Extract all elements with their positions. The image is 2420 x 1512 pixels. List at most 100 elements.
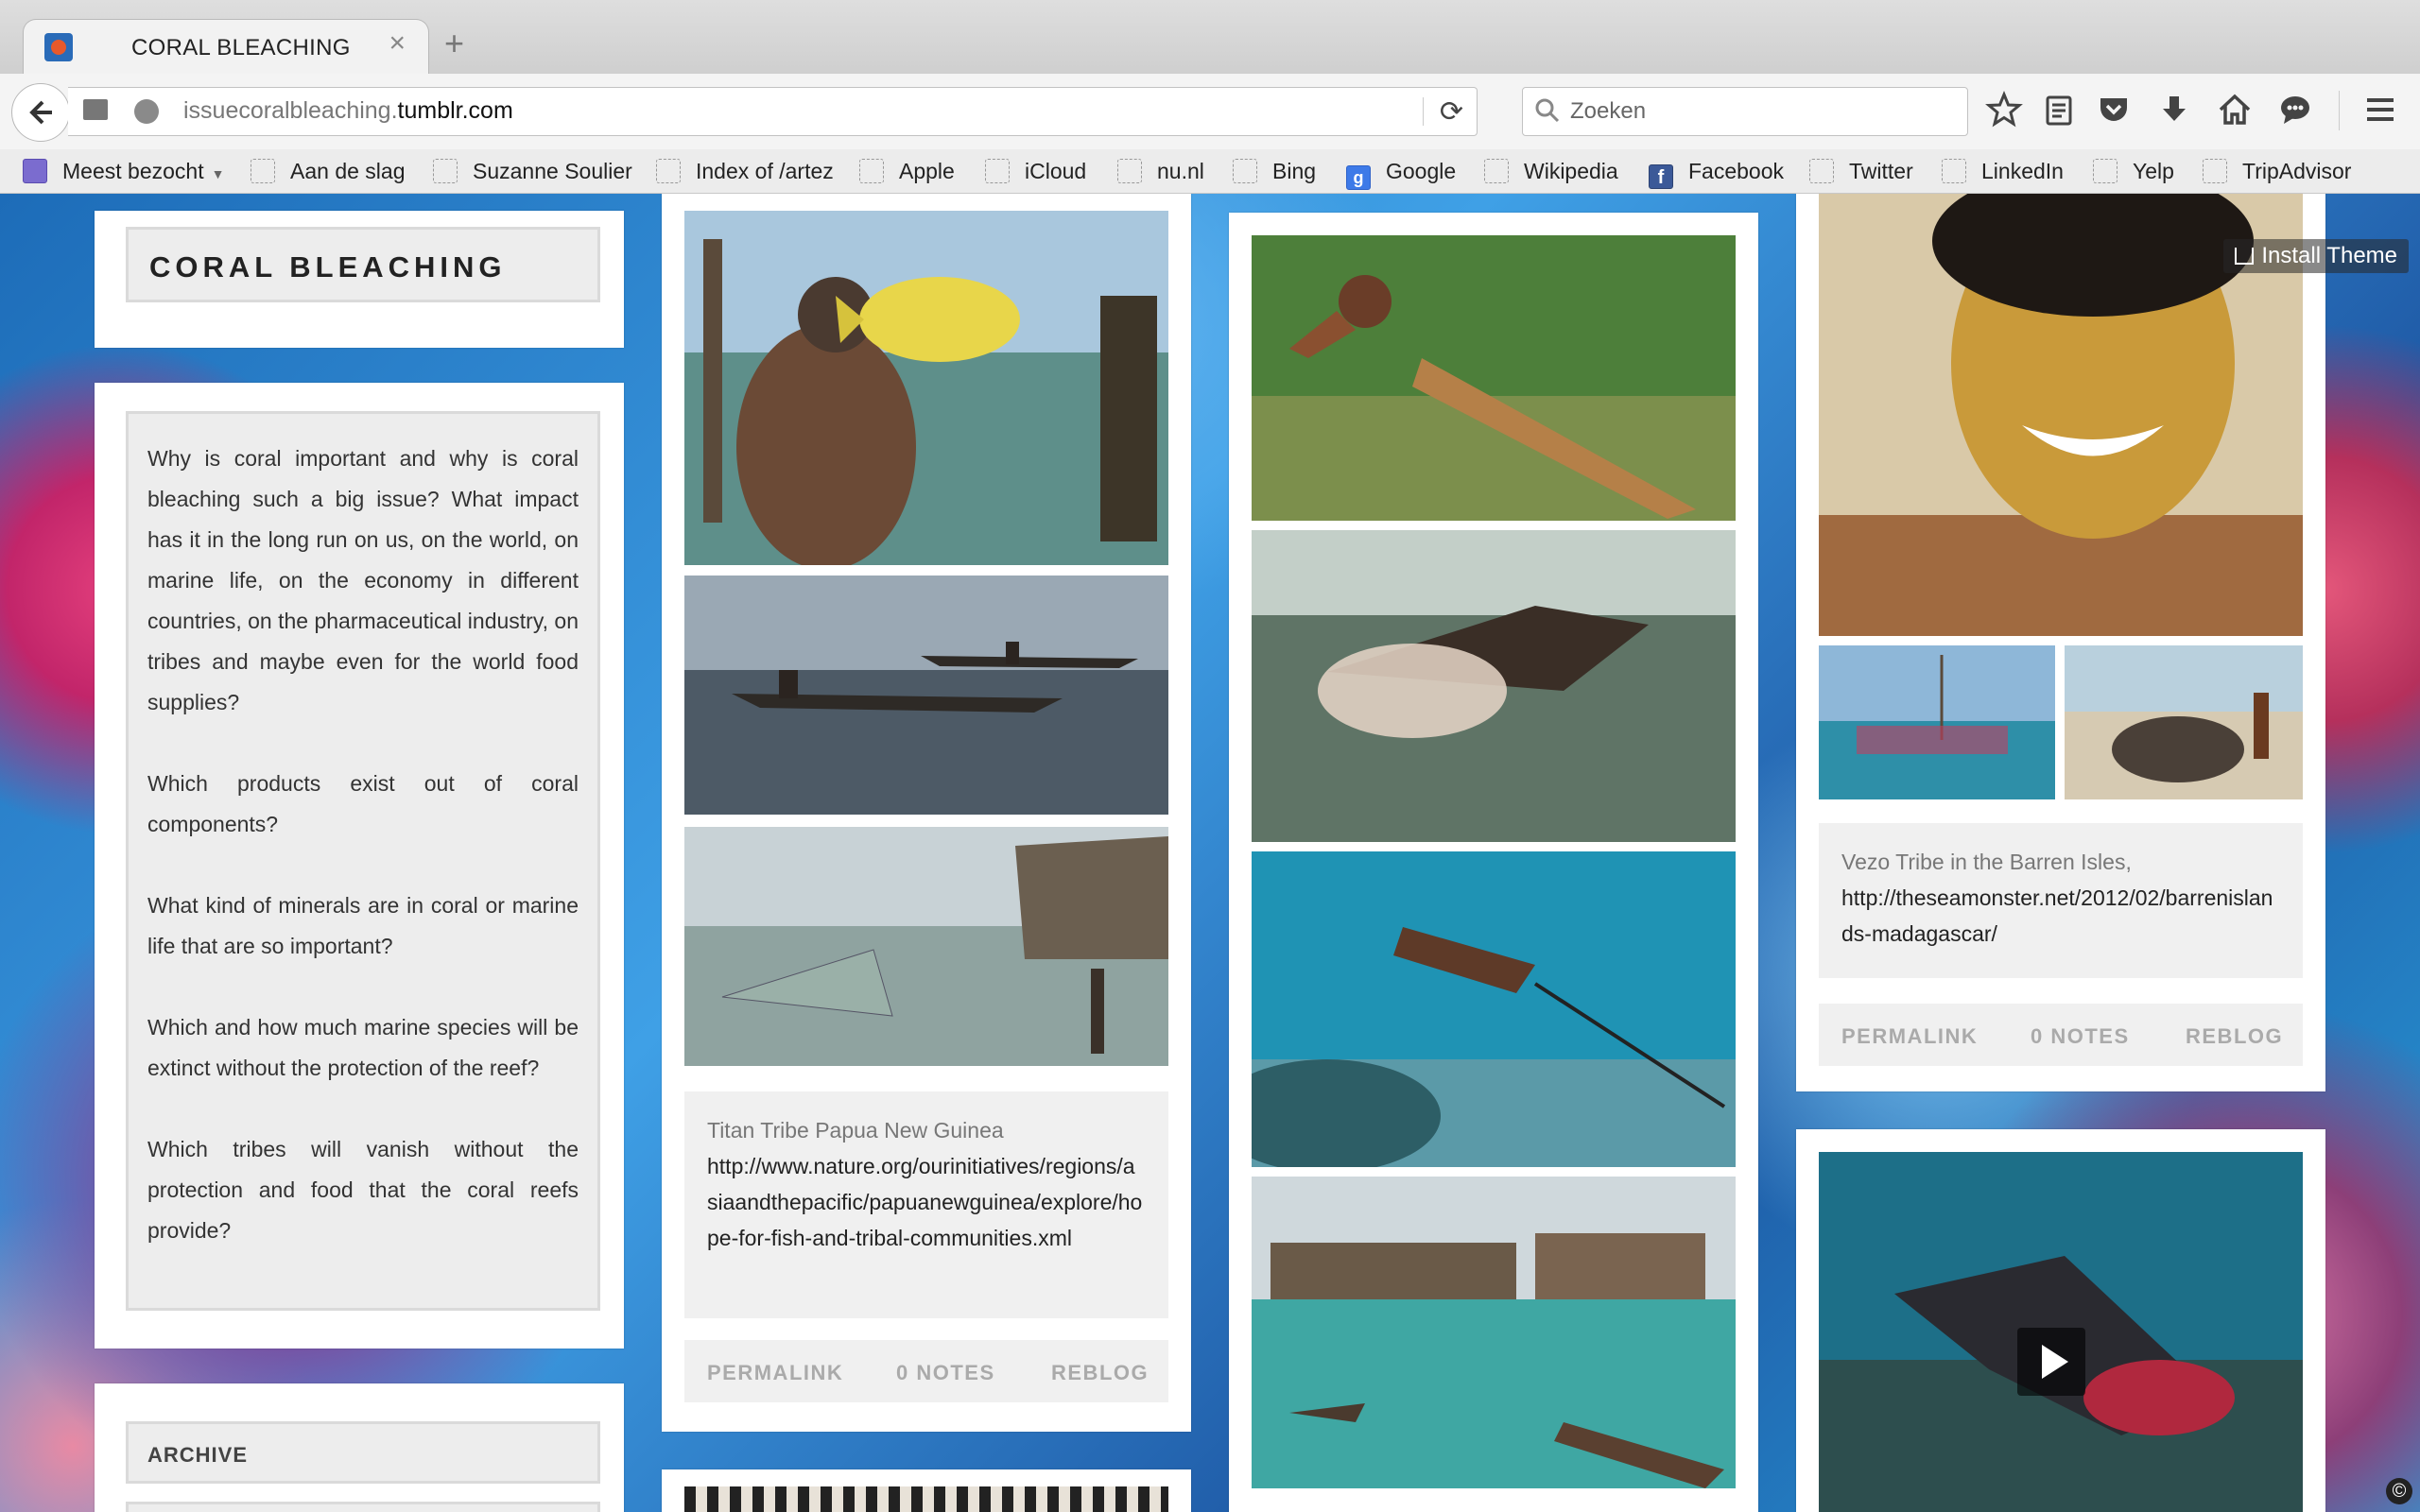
reblog-link[interactable]: REBLOG (2186, 1024, 2283, 1049)
bookmark-icon (1484, 159, 1509, 183)
post-photo-vezo-fire[interactable] (2065, 645, 2303, 799)
site-identity-icon[interactable] (83, 99, 108, 120)
url-bar[interactable]: issuecoralbleaching.tumblr.com ⟳ (68, 87, 1478, 136)
bookmark-icon (859, 159, 884, 183)
copyright-icon[interactable]: © (2386, 1478, 2412, 1504)
bookmarks-toolbar: Meest bezocht ▼ Aan de slag Suzanne Souli… (0, 149, 2420, 194)
description-paragraph: Which tribes will vanish without the pro… (147, 1137, 579, 1243)
url-text[interactable]: issuecoralbleaching.tumblr.com (183, 97, 513, 125)
description-paragraph: Why is coral important and why is coral … (147, 446, 579, 714)
facebook-icon: f (1649, 164, 1673, 189)
google-icon: g (1346, 165, 1371, 190)
post-caption: Titan Tribe Papua New Guinea http://www.… (684, 1091, 1168, 1318)
reblog-link[interactable]: REBLOG (1051, 1361, 1149, 1385)
bookmark-icon (656, 159, 681, 183)
bookmark-facebook[interactable]: f Facebook (1649, 155, 1784, 189)
tumblr-page: CORAL BLEACHING Why is coral important a… (0, 194, 2420, 1512)
description-card: Why is coral important and why is coral … (95, 383, 624, 1349)
permalink-link[interactable]: PERMALINK (707, 1361, 843, 1385)
caption-title: Titan Tribe Papua New Guinea (707, 1118, 1004, 1143)
bookmark-index-of-artez[interactable]: Index of /artez (656, 155, 834, 187)
notes-link[interactable]: 0 NOTES (2031, 1024, 2130, 1049)
bookmark-icon (1233, 159, 1257, 183)
description-paragraph: Which products exist out of coral compon… (147, 771, 579, 836)
reading-list-icon[interactable] (2040, 91, 2078, 129)
menu-icon[interactable] (2361, 91, 2399, 129)
post-titan-tribe: Titan Tribe Papua New Guinea http://www.… (662, 194, 1191, 1432)
chat-icon[interactable] (2276, 91, 2314, 129)
caption-link[interactable]: http://www.nature.org/ourinitiatives/reg… (707, 1148, 1146, 1256)
bookmark-icon (2203, 159, 2227, 183)
play-icon (2042, 1345, 2068, 1379)
toolbar-separator (2339, 91, 2340, 130)
home-icon[interactable] (2216, 91, 2254, 129)
bookmark-google[interactable]: g Google (1346, 155, 1456, 190)
post-photo-spear-diver[interactable] (1252, 851, 1736, 1167)
back-button[interactable] (11, 83, 70, 142)
bookmark-icloud[interactable]: iCloud (985, 155, 1086, 187)
bookmark-yelp[interactable]: Yelp (2093, 155, 2174, 187)
permalink-link[interactable]: PERMALINK (1841, 1024, 1978, 1049)
post-photo-vezo-beach[interactable] (1819, 645, 2055, 799)
bookmark-linkedin[interactable]: LinkedIn (1942, 155, 2064, 187)
play-button[interactable] (2017, 1328, 2085, 1396)
active-tab[interactable]: CORAL BLEACHING × (23, 19, 429, 75)
post-photo-fisherman[interactable] (684, 211, 1168, 565)
new-tab-button[interactable]: + (444, 26, 464, 60)
bookmark-aan-de-slag[interactable]: Aan de slag (251, 155, 405, 187)
bookmark-icon (1942, 159, 1966, 183)
tab-bar: CORAL BLEACHING × + (0, 0, 2420, 75)
post-vezo-tribe: Vezo Tribe in the Barren Isles, http://t… (1796, 194, 2325, 1091)
caption-link[interactable]: http://theseamonster.net/2012/02/barreni… (1841, 880, 2280, 952)
post-photo-stilt-village[interactable] (1252, 1177, 1736, 1488)
post-photo-fishing-net[interactable] (684, 827, 1168, 1066)
caption-title: Vezo Tribe in the Barren Isles, (1841, 850, 2132, 874)
download-icon[interactable] (2155, 91, 2193, 129)
bookmark-twitter[interactable]: Twitter (1809, 155, 1913, 187)
blog-title: CORAL BLEACHING (149, 250, 507, 284)
globe-icon (134, 99, 159, 124)
search-icon (1535, 98, 1560, 123)
blog-title-card: CORAL BLEACHING (95, 211, 624, 348)
bookmark-bing[interactable]: Bing (1233, 155, 1316, 187)
bookmark-nu-nl[interactable]: nu.nl (1117, 155, 1204, 187)
bookmark-star-icon[interactable] (1985, 91, 2023, 129)
archive-next-box (126, 1502, 600, 1512)
blog-title-box[interactable]: CORAL BLEACHING (126, 227, 600, 302)
next-post-photo[interactable] (684, 1486, 1168, 1512)
next-post-card (662, 1469, 1191, 1512)
bookmark-suzanne-soulier[interactable]: Suzanne Soulier (433, 155, 632, 187)
tab-close-icon[interactable]: × (389, 29, 406, 58)
post-photo-shark-diver[interactable] (1252, 235, 1736, 521)
video-thumbnail[interactable] (1819, 1152, 2303, 1512)
bookmark-icon (1809, 159, 1834, 183)
search-placeholder: Zoeken (1570, 98, 1647, 124)
archive-button[interactable]: ARCHIVE (126, 1421, 600, 1484)
post-caption: Vezo Tribe in the Barren Isles, http://t… (1819, 823, 2303, 978)
most-visited-icon (23, 159, 47, 183)
post-video (1796, 1129, 2325, 1512)
post-photo-octopus-diver[interactable] (1252, 530, 1736, 842)
chevron-down-icon: ▼ (211, 166, 225, 181)
archive-label: ARCHIVE (147, 1443, 249, 1467)
tumblr-favicon-icon (44, 33, 73, 61)
notes-link[interactable]: 0 NOTES (896, 1361, 995, 1385)
bookmark-wikipedia[interactable]: Wikipedia (1484, 155, 1618, 187)
url-separator (1423, 97, 1424, 126)
bookmark-icon (433, 159, 458, 183)
bookmark-meest-bezocht[interactable]: Meest bezocht ▼ (23, 155, 224, 187)
post-bajau-photoset (1229, 213, 1758, 1512)
description-box: Why is coral important and why is coral … (126, 411, 600, 1311)
bookmark-apple[interactable]: Apple (859, 155, 955, 187)
description-paragraph: Which and how much marine species will b… (147, 1015, 579, 1080)
back-arrow-icon (29, 100, 52, 125)
reload-icon[interactable]: ⟳ (1440, 95, 1463, 129)
bookmark-tripadvisor[interactable]: TripAdvisor (2203, 155, 2351, 187)
bookmark-icon (985, 159, 1010, 183)
search-input[interactable]: Zoeken (1522, 87, 1968, 136)
bookmark-icon (251, 159, 275, 183)
post-photo-canoe[interactable] (684, 576, 1168, 815)
post-actions: PERMALINK 0 NOTES REBLOG (1819, 1004, 2303, 1066)
install-theme-button[interactable]: Install Theme (2223, 239, 2409, 273)
pocket-icon[interactable] (2095, 91, 2133, 129)
